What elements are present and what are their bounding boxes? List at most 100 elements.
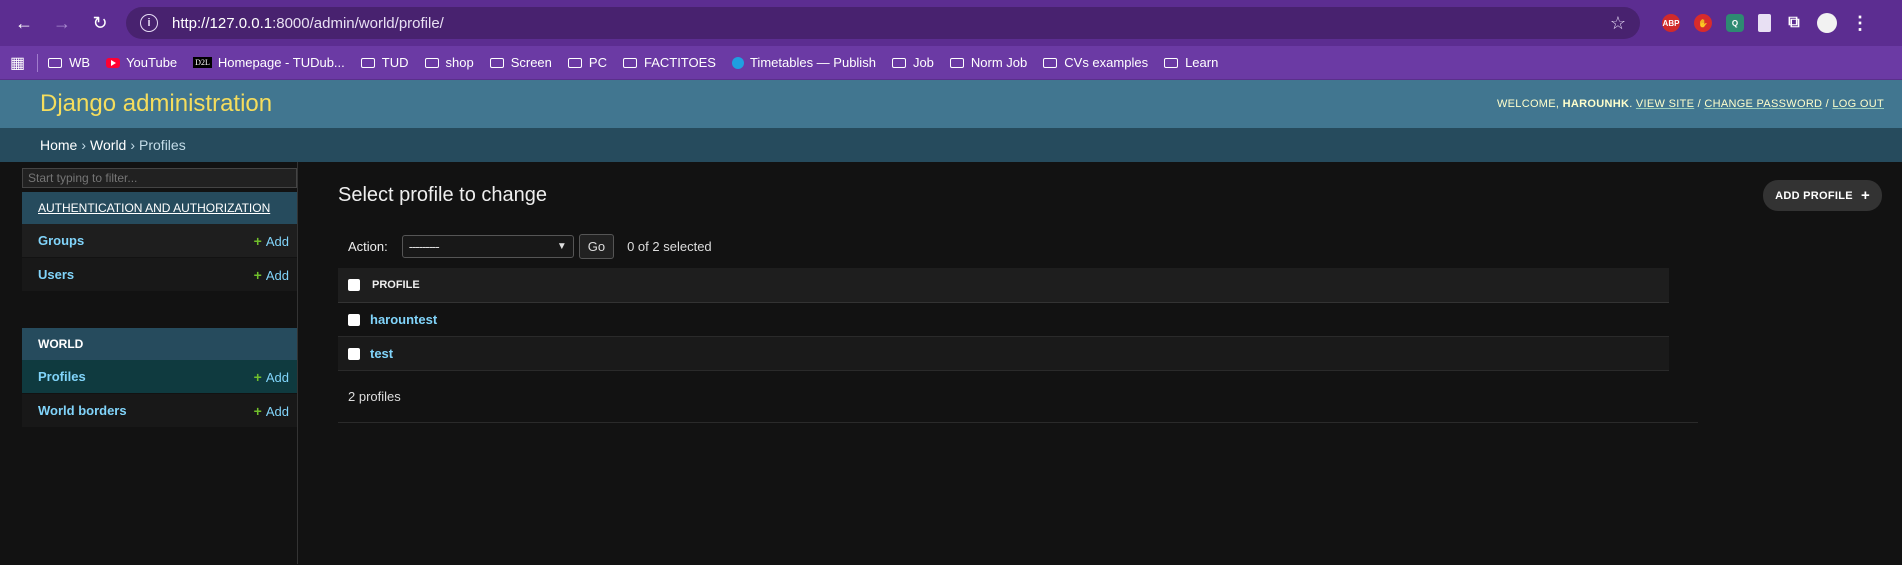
folder-icon xyxy=(489,57,504,68)
folder-icon xyxy=(48,57,63,68)
bookmark-shop[interactable]: shop xyxy=(424,55,474,70)
site-info-icon[interactable]: i xyxy=(140,14,158,32)
adblock-extension-icon[interactable]: ABP xyxy=(1662,14,1680,32)
sidebar-filter-input[interactable] xyxy=(22,168,297,188)
row-checkbox[interactable] xyxy=(348,313,360,326)
breadcrumb-current: Profiles xyxy=(139,137,186,153)
action-select[interactable]: --------- ▼ xyxy=(401,235,574,258)
add-label: Add xyxy=(265,403,289,419)
bookmark-label: Learn xyxy=(1185,55,1219,70)
column-header-profile[interactable]: Profile xyxy=(372,279,420,291)
bookmark-label: WB xyxy=(69,55,91,70)
content: Select profile to change Add profile + A… xyxy=(298,162,1902,564)
bookmark-homepage-tudub[interactable]: D2L Homepage - TUDub... xyxy=(193,55,345,70)
nav-sidebar: Authentication and Authorization Groups … xyxy=(0,162,298,564)
bookmark-label: Screen xyxy=(510,55,552,70)
hand-extension-icon[interactable]: ✋ xyxy=(1694,14,1712,32)
chevron-down-icon: ▼ xyxy=(556,241,567,252)
q-extension-icon[interactable]: Q xyxy=(1726,14,1744,32)
model-link[interactable]: Profiles xyxy=(38,369,86,384)
url-host: http://127.0.0.1 xyxy=(172,14,273,32)
action-label: Action: xyxy=(348,239,388,254)
forward-arrow-icon[interactable]: → xyxy=(46,7,78,39)
bookmark-label: Homepage - TUDub... xyxy=(217,55,345,70)
bookmark-youtube[interactable]: YouTube xyxy=(106,55,177,70)
log-out-link[interactable]: Log out xyxy=(1832,98,1884,110)
go-button[interactable]: Go xyxy=(578,234,615,259)
module-spacer xyxy=(22,292,297,324)
breadcrumb: Home › World › Profiles xyxy=(0,128,1902,162)
document-extension-icon[interactable] xyxy=(1758,14,1771,32)
bookmark-norm-job[interactable]: Norm Job xyxy=(949,55,1028,70)
add-link[interactable]: + Add xyxy=(254,267,289,283)
module-caption-auth[interactable]: Authentication and Authorization xyxy=(22,192,297,224)
puzzle-extensions-icon[interactable]: ⧉ xyxy=(1785,14,1803,32)
bookmark-label: YouTube xyxy=(126,55,178,70)
plus-icon: + xyxy=(253,266,262,283)
change-password-link[interactable]: Change password xyxy=(1704,98,1822,110)
back-arrow-icon[interactable]: ← xyxy=(8,7,40,39)
bookmark-label: TUD xyxy=(381,55,409,70)
bookmark-wb[interactable]: WB xyxy=(48,55,90,70)
selection-counter: 0 of 2 selected xyxy=(627,239,712,254)
plus-icon: + xyxy=(253,232,262,249)
model-link[interactable]: Groups xyxy=(38,233,84,248)
user-tools: Welcome, harounhk. View site / Change pa… xyxy=(1496,98,1884,110)
bookmark-pc[interactable]: PC xyxy=(567,55,607,70)
add-profile-button[interactable]: Add profile + xyxy=(1763,180,1882,211)
row-link[interactable]: harountest xyxy=(370,312,437,327)
bookmark-factitoes[interactable]: FACTITOES xyxy=(622,55,716,70)
site-branding[interactable]: Django administration xyxy=(40,90,272,118)
module-auth: Authentication and Authorization Groups … xyxy=(22,192,297,292)
add-link[interactable]: + Add xyxy=(254,403,289,419)
folder-icon xyxy=(949,57,964,68)
breadcrumb-app[interactable]: World xyxy=(90,137,126,153)
add-label: Add xyxy=(265,233,289,249)
extensions-area: ABP ✋ Q ⧉ ⋮ xyxy=(1662,13,1869,33)
url-text[interactable]: http://127.0.0.1:8000/admin/world/profil… xyxy=(172,15,1610,32)
sidebar-item-users: Users + Add xyxy=(22,258,297,292)
bookmark-tud[interactable]: TUD xyxy=(360,55,409,70)
apps-grid-icon[interactable]: ▦ xyxy=(10,53,25,73)
paginator: 2 profiles xyxy=(338,371,1698,423)
folder-icon xyxy=(891,57,906,68)
admin-header: Django administration Welcome, harounhk.… xyxy=(0,80,1902,128)
youtube-icon xyxy=(106,57,121,68)
bookmark-screen[interactable]: Screen xyxy=(489,55,552,70)
browser-toolbar: ← → ↻ i http://127.0.0.1:8000/admin/worl… xyxy=(0,0,1902,46)
bookmark-label: FACTITOES xyxy=(643,55,716,70)
profile-avatar-icon[interactable] xyxy=(1817,13,1837,33)
bookmark-label: shop xyxy=(445,55,474,70)
add-label: Add xyxy=(265,267,289,283)
bookmark-label: Norm Job xyxy=(970,55,1028,70)
add-link[interactable]: + Add xyxy=(254,369,289,385)
folder-icon xyxy=(360,57,375,68)
address-bar[interactable]: i http://127.0.0.1:8000/admin/world/prof… xyxy=(126,7,1640,39)
result-list: Profile harountest test xyxy=(338,268,1669,371)
reload-icon[interactable]: ↻ xyxy=(84,7,116,39)
select-all-checkbox[interactable] xyxy=(348,279,360,291)
module-world: World Profiles + Add World borders + Add xyxy=(22,328,297,428)
bookmark-learn[interactable]: Learn xyxy=(1164,55,1218,70)
url-path: :8000/admin/world/profile/ xyxy=(272,14,444,32)
model-link[interactable]: Users xyxy=(38,267,74,282)
model-link[interactable]: World borders xyxy=(38,403,127,418)
bookmark-label: Job xyxy=(912,55,934,70)
bookmark-timetables[interactable]: Timetables — Publish xyxy=(731,55,876,70)
add-link[interactable]: + Add xyxy=(254,233,289,249)
row-checkbox[interactable] xyxy=(348,347,360,360)
bookmark-star-icon[interactable]: ☆ xyxy=(1610,13,1626,34)
table-row: harountest xyxy=(338,303,1669,337)
folder-icon xyxy=(424,57,439,68)
username: harounhk xyxy=(1562,98,1630,110)
folder-icon xyxy=(567,57,582,68)
bookmark-cvs-examples[interactable]: CVs examples xyxy=(1043,55,1148,70)
breadcrumb-home[interactable]: Home xyxy=(40,137,77,153)
kebab-menu-icon[interactable]: ⋮ xyxy=(1851,13,1869,33)
row-link[interactable]: test xyxy=(370,346,393,361)
view-site-link[interactable]: View site xyxy=(1636,98,1694,110)
page-title: Select profile to change xyxy=(338,184,548,206)
bookmarks-bar: ▦ WB YouTube D2L Homepage - TUDub... TUD … xyxy=(0,46,1902,80)
module-caption-world[interactable]: World xyxy=(22,328,297,360)
bookmark-job[interactable]: Job xyxy=(891,55,934,70)
